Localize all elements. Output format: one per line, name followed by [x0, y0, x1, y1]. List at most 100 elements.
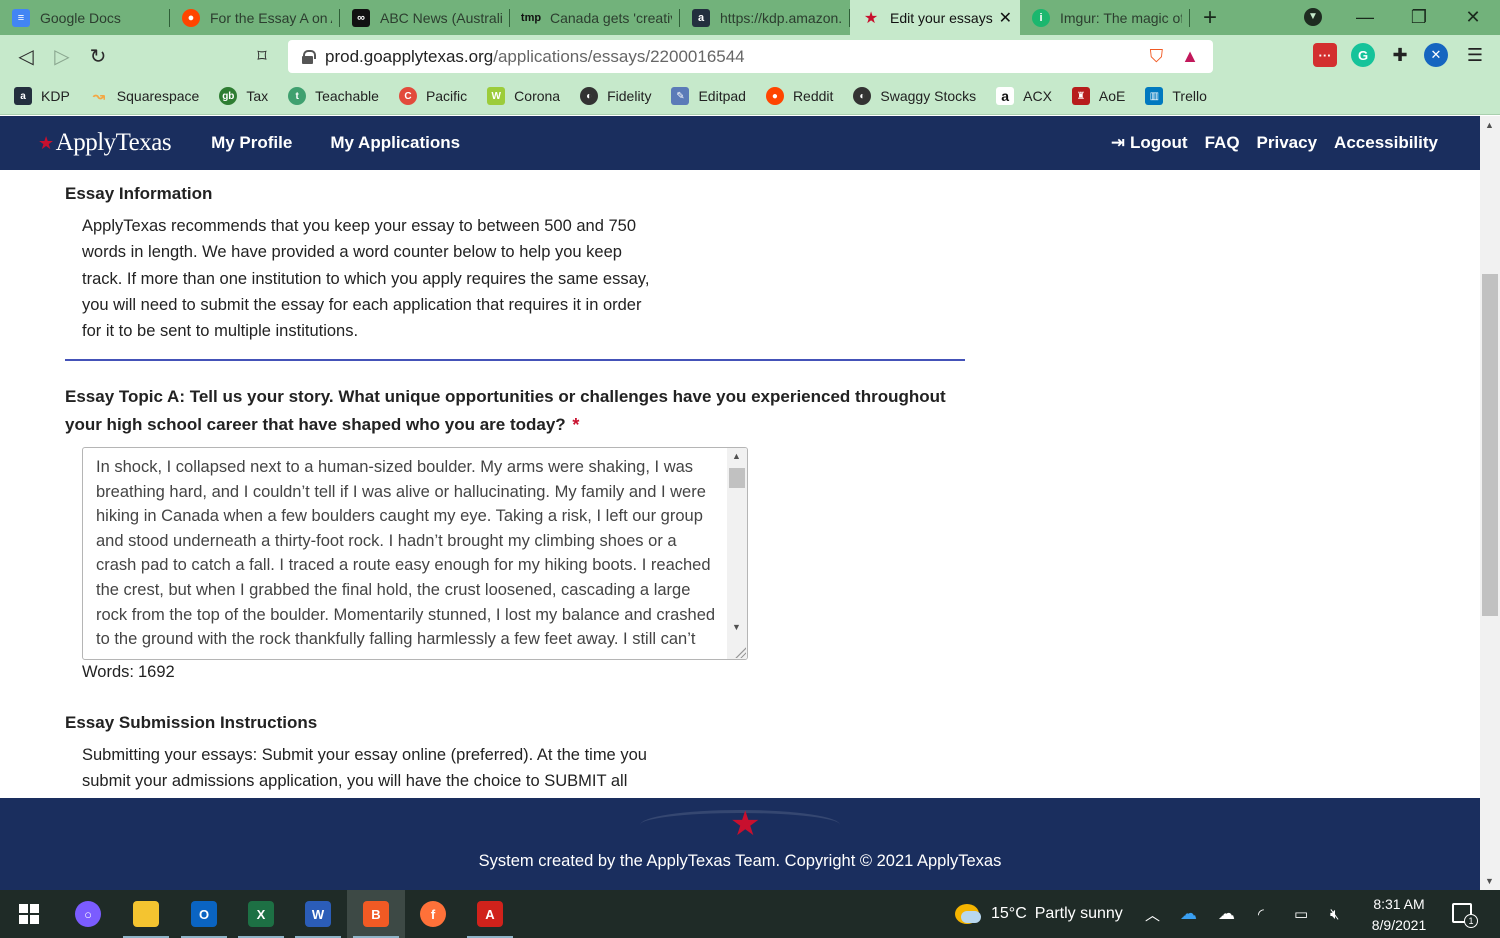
outlook-icon: O — [191, 901, 217, 927]
weather-temp: 15°C — [991, 905, 1027, 922]
tab-abc-news[interactable]: ∞ ABC News (Australia — [340, 0, 510, 35]
onedrive-icon[interactable]: ☁ — [1180, 890, 1197, 938]
abc-news-icon: ∞ — [352, 8, 370, 27]
restore-icon[interactable]: ❐ — [1392, 7, 1446, 28]
reddit-icon: ● — [765, 87, 784, 105]
battery-icon[interactable]: ▭ — [1294, 890, 1308, 938]
taskbar-cortana[interactable]: ○ — [59, 890, 117, 938]
windows-icon — [19, 904, 39, 924]
tab-kdp[interactable]: a https://kdp.amazon. — [680, 0, 850, 35]
page-scrollbar[interactable]: ▲ ▼ — [1480, 116, 1500, 890]
footer-copyright: System created by the ApplyTexas Team. C… — [478, 852, 1002, 870]
taskbar-firefox[interactable]: f — [404, 890, 462, 938]
page-scroll-thumb[interactable] — [1482, 274, 1498, 616]
taskbar-acrobat[interactable]: A — [461, 890, 519, 938]
grammarly-icon[interactable]: G — [1351, 43, 1375, 67]
tab-imgur[interactable]: i Imgur: The magic of — [1020, 0, 1190, 35]
words-label: Words: — [82, 663, 134, 681]
tab-google-docs[interactable]: ≡ Google Docs — [0, 0, 170, 35]
essay-textarea-content[interactable]: In shock, I collapsed next to a human-si… — [96, 455, 721, 652]
bookmark-icon[interactable]: ⌑ — [244, 46, 280, 67]
lastpass-icon[interactable]: ··· — [1313, 43, 1337, 67]
main-content: Essay Information ApplyTexas recommends … — [0, 170, 1480, 798]
accessibility-link[interactable]: Accessibility — [1334, 133, 1438, 153]
bookmark-editpad[interactable]: ✎ Editpad — [671, 87, 746, 105]
taskbar-file-explorer[interactable] — [117, 890, 175, 938]
resize-grip-icon[interactable] — [734, 646, 746, 658]
bookmark-corona[interactable]: W Corona — [487, 87, 560, 105]
textarea-scrollbar[interactable]: ▲ ▼ — [727, 448, 747, 659]
new-tab-icon[interactable]: + — [1190, 4, 1230, 32]
bookmark-tax[interactable]: gb Tax — [219, 87, 268, 105]
bookmark-reddit[interactable]: ● Reddit — [765, 87, 833, 105]
cloud-icon[interactable]: ☁ — [1218, 890, 1235, 938]
applytexas-logo[interactable]: ★ ApplyTexas — [38, 129, 172, 157]
taskbar-word[interactable]: W — [289, 890, 347, 938]
scroll-down-icon[interactable]: ▼ — [1485, 876, 1494, 886]
editpad-icon: ✎ — [671, 87, 690, 105]
tab-reddit-essay[interactable]: ● For the Essay A on A — [170, 0, 340, 35]
reddit-icon: ● — [182, 8, 200, 27]
window-controls: — ❐ ✕ — [1338, 0, 1500, 35]
nav-my-applications[interactable]: My Applications — [330, 133, 460, 153]
bookmark-teachable[interactable]: t Teachable — [288, 87, 379, 105]
textarea-scroll-thumb[interactable] — [729, 468, 745, 488]
weather-desc: Partly sunny — [1034, 905, 1123, 922]
browser-toolbar: ◁ ▷ ↻ ⌑ prod.goapplytexas.org/applicatio… — [0, 35, 1500, 78]
bookmark-trello[interactable]: ▥ Trello — [1145, 87, 1207, 105]
chevron-up-icon[interactable]: ︿ — [1145, 890, 1160, 938]
essay-topic-label: Essay Topic A: Tell us your story. What … — [65, 383, 975, 439]
faq-link[interactable]: FAQ — [1205, 133, 1240, 153]
lock-icon[interactable] — [302, 50, 316, 64]
bookmark-pacific[interactable]: C Pacific — [398, 87, 467, 105]
bookmark-aoe[interactable]: ♜ AoE — [1071, 87, 1125, 105]
nav-my-profile[interactable]: My Profile — [211, 133, 292, 153]
tab-title: Google Docs — [40, 9, 121, 26]
notification-center-icon[interactable]: 1 — [1452, 903, 1478, 928]
cortana-icon: ○ — [75, 901, 101, 927]
bookmark-squarespace[interactable]: ↝ Squarespace — [90, 87, 200, 105]
tab-search-icon[interactable]: ▼ — [1304, 8, 1322, 26]
bookmark-kdp[interactable]: a KDP — [14, 87, 70, 105]
wifi-icon[interactable]: ◜ — [1258, 890, 1264, 938]
forward-icon[interactable]: ▷ — [44, 44, 80, 69]
system-clock[interactable]: 8:31 AM 8/9/2021 — [1360, 894, 1438, 936]
bookmark-label: Trello — [1172, 88, 1207, 104]
weather-widget[interactable]: 15°C Partly sunny — [955, 890, 1123, 938]
profile-avatar-icon[interactable]: ✕ — [1424, 43, 1448, 67]
back-icon[interactable]: ◁ — [8, 44, 44, 69]
logo-text: ApplyTexas — [55, 129, 172, 156]
bookmark-acx[interactable]: a ACX — [996, 87, 1052, 105]
bookmark-swaggy-stocks[interactable]: ◐ Swaggy Stocks — [853, 87, 976, 105]
menu-icon[interactable]: ☰ — [1463, 43, 1487, 67]
speaker-muted-icon[interactable]: 🔇︎ — [1330, 890, 1339, 938]
scroll-up-icon[interactable]: ▲ — [732, 451, 741, 461]
tab-edit-essays[interactable]: ★ Edit your essays ✕ — [850, 0, 1020, 35]
star-icon: ★ — [38, 132, 54, 153]
kdp-icon: a — [14, 87, 32, 105]
taskbar-outlook[interactable]: O — [175, 890, 233, 938]
start-button[interactable] — [0, 890, 58, 938]
privacy-link[interactable]: Privacy — [1257, 133, 1318, 153]
file-explorer-icon — [133, 901, 159, 927]
corona-icon: W — [487, 87, 506, 105]
taskbar-excel[interactable]: X — [232, 890, 290, 938]
word-counter: Words: 1692 — [82, 663, 175, 682]
bookmark-fidelity[interactable]: ◐ Fidelity — [580, 87, 651, 105]
tab-canada[interactable]: tmp Canada gets 'creativ — [510, 0, 680, 35]
close-window-icon[interactable]: ✕ — [1446, 7, 1500, 28]
minimize-icon[interactable]: — — [1338, 7, 1392, 28]
address-bar[interactable]: prod.goapplytexas.org/applications/essay… — [288, 40, 1213, 73]
scroll-down-icon[interactable]: ▼ — [732, 622, 741, 632]
logout-link[interactable]: ⇥ Logout — [1111, 133, 1188, 153]
brave-rewards-icon[interactable]: ▲ — [1181, 46, 1199, 67]
essay-textarea[interactable]: In shock, I collapsed next to a human-si… — [82, 447, 748, 660]
imgur-icon: i — [1032, 8, 1050, 27]
close-tab-icon[interactable]: ✕ — [999, 8, 1012, 28]
brave-shield-icon[interactable]: ⛉ — [1150, 46, 1164, 67]
taskbar-brave[interactable]: B — [347, 890, 405, 938]
scroll-up-icon[interactable]: ▲ — [1485, 120, 1494, 130]
bookmark-label: ACX — [1023, 88, 1052, 104]
extensions-puzzle-icon[interactable]: ✚ — [1388, 43, 1412, 67]
reload-icon[interactable]: ↻ — [80, 44, 116, 69]
